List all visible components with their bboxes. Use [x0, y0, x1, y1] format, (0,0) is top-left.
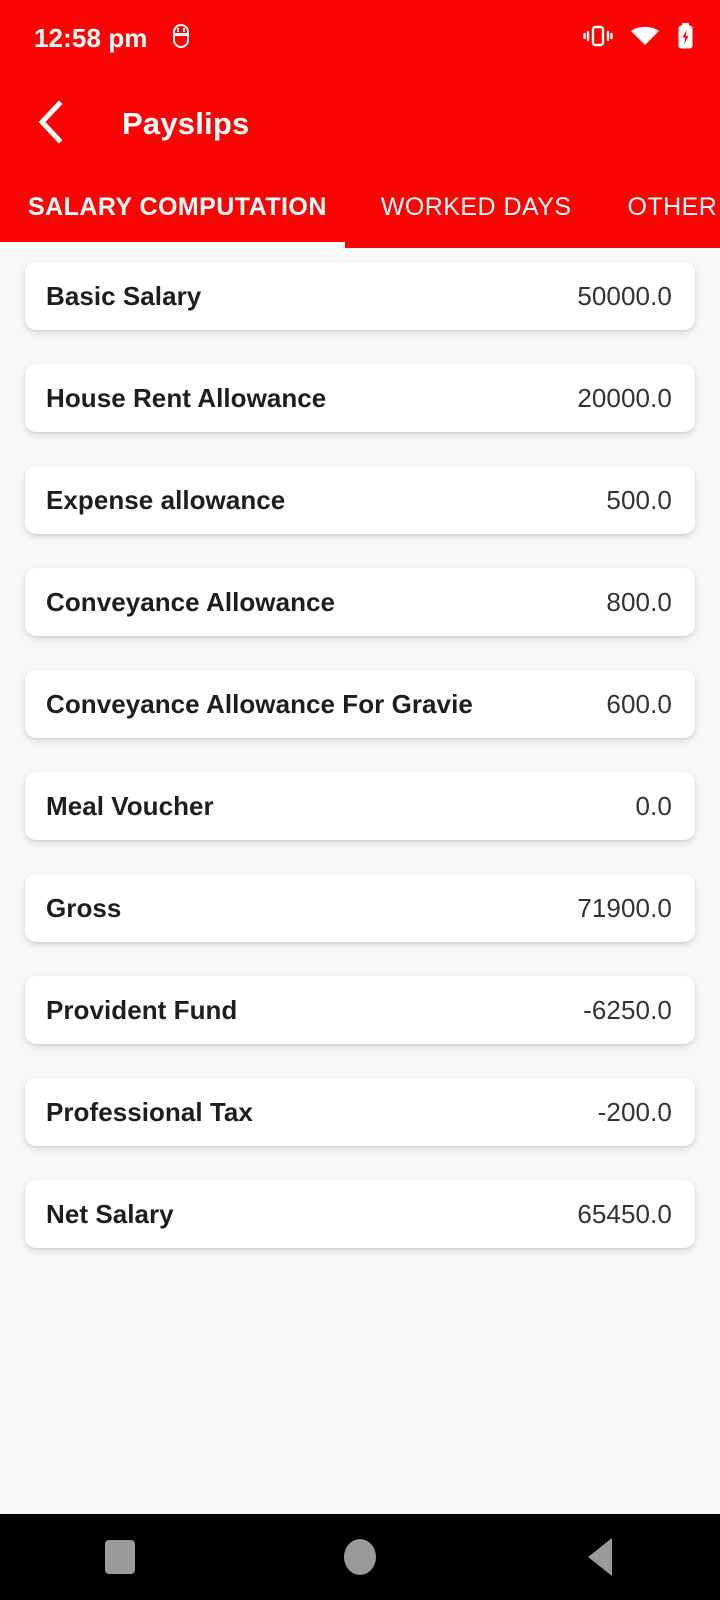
android-navigation-bar: [0, 1514, 720, 1600]
row-value: 71900.0: [577, 892, 672, 923]
list-item[interactable]: Professional Tax -200.0: [25, 1078, 695, 1146]
tab-salary-computation[interactable]: SALARY COMPUTATION: [0, 172, 353, 242]
list-item[interactable]: Provident Fund -6250.0: [25, 976, 695, 1044]
row-label: House Rent Allowance: [46, 382, 327, 413]
list-item[interactable]: Net Salary 65450.0: [25, 1180, 695, 1248]
status-bar-clock: 12:58 pm: [34, 23, 148, 53]
row-value: -6250.0: [583, 994, 672, 1025]
square-recents-icon: [105, 1540, 135, 1574]
row-label: Professional Tax: [46, 1096, 253, 1127]
status-bar-left: 12:58 pm: [34, 23, 192, 53]
tab-bar: SALARY COMPUTATION WORKED DAYS OTHER: [0, 172, 720, 248]
wifi-icon: [630, 24, 660, 53]
row-value: 65450.0: [577, 1198, 672, 1229]
tab-other[interactable]: OTHER: [599, 172, 720, 242]
list-item[interactable]: Basic Salary 50000.0: [25, 262, 695, 330]
row-label: Meal Voucher: [46, 790, 214, 821]
tab-active-indicator: [0, 242, 345, 248]
back-button[interactable]: [24, 96, 80, 152]
bug-notification-icon: [170, 23, 192, 53]
list-item[interactable]: Meal Voucher 0.0: [25, 772, 695, 840]
row-label: Provident Fund: [46, 994, 238, 1025]
circle-home-icon: [344, 1539, 376, 1575]
battery-charging-icon: [677, 22, 694, 54]
payslips-screen: 12:58 pm Payslips SALARY COMPUTATION WOR…: [0, 0, 720, 1600]
list-item[interactable]: Conveyance Allowance For Gravie 600.0: [25, 670, 695, 738]
row-label: Conveyance Allowance: [46, 586, 336, 617]
list-item[interactable]: House Rent Allowance 20000.0: [25, 364, 695, 432]
chevron-left-icon: [35, 99, 69, 150]
vibrate-icon: [583, 24, 613, 53]
list-item[interactable]: Conveyance Allowance 800.0: [25, 568, 695, 636]
row-value: 500.0: [606, 484, 672, 515]
row-label: Conveyance Allowance For Gravie: [46, 688, 473, 719]
row-label: Basic Salary: [46, 280, 202, 311]
row-value: 20000.0: [577, 382, 672, 413]
row-value: 50000.0: [577, 280, 672, 311]
row-value: 800.0: [606, 586, 672, 617]
row-value: -200.0: [597, 1096, 672, 1127]
row-value: 0.0: [635, 790, 672, 821]
system-back-button[interactable]: [540, 1514, 660, 1600]
row-label: Expense allowance: [46, 484, 286, 515]
page-title: Payslips: [122, 106, 250, 141]
triangle-back-icon: [588, 1538, 612, 1576]
recents-button[interactable]: [60, 1514, 180, 1600]
app-bar: Payslips: [0, 76, 720, 172]
list-item[interactable]: Expense allowance 500.0: [25, 466, 695, 534]
status-bar: 12:58 pm: [0, 0, 720, 76]
row-label: Gross: [46, 892, 122, 923]
home-button[interactable]: [300, 1514, 420, 1600]
salary-computation-list: Basic Salary 50000.0 House Rent Allowanc…: [0, 248, 720, 1514]
list-item[interactable]: Gross 71900.0: [25, 874, 695, 942]
row-value: 600.0: [606, 688, 672, 719]
tab-worked-days[interactable]: WORKED DAYS: [353, 172, 600, 242]
row-label: Net Salary: [46, 1198, 174, 1229]
status-bar-right: [583, 22, 694, 54]
